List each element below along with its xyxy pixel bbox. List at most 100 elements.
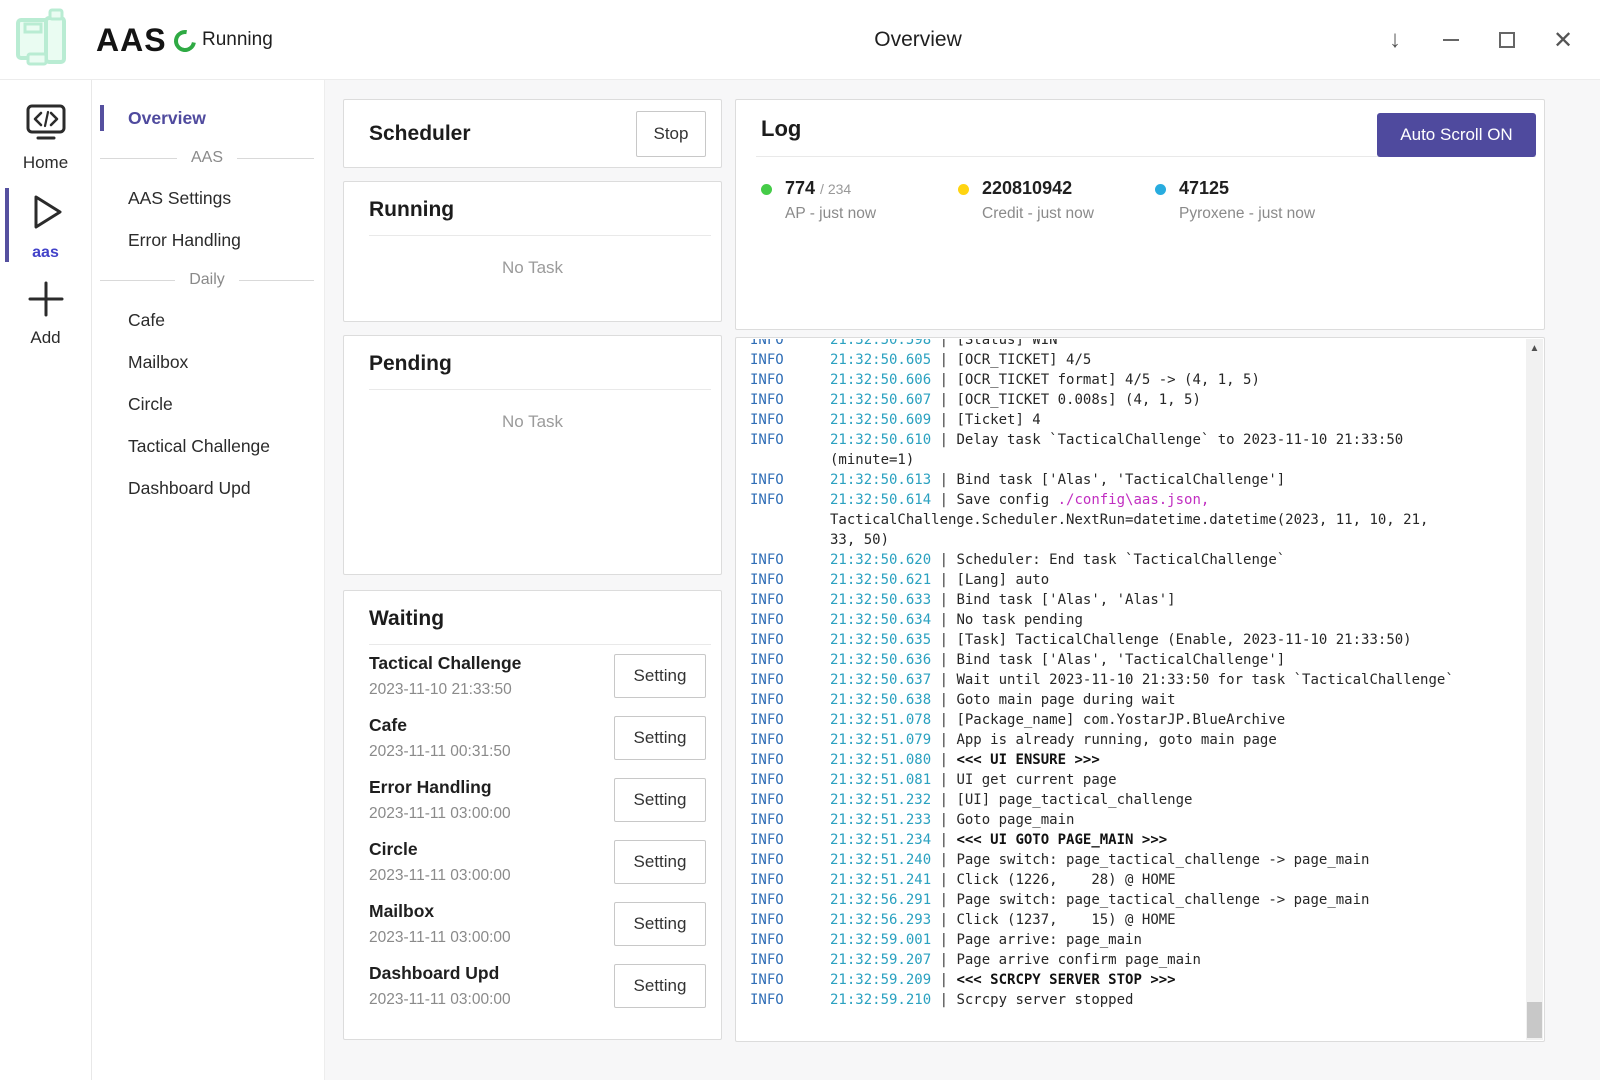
log-line: INFO21:32:50.613 | Bind task ['Alas', 'T… [750, 470, 1526, 490]
log-timestamp: 21:32:51.240 [830, 850, 931, 870]
titlebar: AAS Running Overview ↓ ✕ [0, 0, 1600, 80]
log-level: INFO [750, 910, 830, 930]
log-message: Page arrive confirm page_main [956, 950, 1200, 970]
log-line: INFO21:32:59.207 | Page arrive confirm p… [750, 950, 1526, 970]
log-level [750, 510, 830, 530]
log-message: Click (1237, 15) @ HOME [956, 910, 1175, 930]
log-separator: | [931, 930, 956, 950]
sidebar-nav-item[interactable]: Cafe [92, 299, 324, 341]
setting-button[interactable]: Setting [614, 778, 706, 822]
waiting-task-name: Mailbox [369, 901, 511, 922]
log-output-viewport[interactable]: INFO21:32:50.598 | [Status] WIN INFO21:3… [737, 339, 1526, 1040]
scrollbar-up-arrow-icon[interactable]: ▲ [1526, 343, 1543, 354]
log-level: INFO [750, 590, 830, 610]
play-icon [24, 189, 68, 240]
log-line: INFO21:32:50.620 | Scheduler: End task `… [750, 550, 1526, 570]
rail-item-add[interactable]: Add [0, 274, 91, 352]
scheduler-title: Scheduler [369, 122, 471, 146]
log-message: [Status] WIN [956, 339, 1057, 350]
log-line: INFO21:32:56.293 | Click (1237, 15) @ HO… [750, 910, 1526, 930]
divider [369, 389, 711, 390]
minimize-icon[interactable] [1436, 25, 1466, 55]
log-timestamp: 21:32:50.605 [830, 350, 931, 370]
log-level: INFO [750, 870, 830, 890]
sidebar-nav-item-label: Overview [128, 108, 206, 128]
log-separator: | [931, 950, 956, 970]
log-level: INFO [750, 830, 830, 850]
log-line: (minute=1) [750, 450, 1526, 470]
update-download-icon[interactable]: ↓ [1380, 25, 1410, 55]
log-level: INFO [750, 410, 830, 430]
log-timestamp: 21:32:56.291 [830, 890, 931, 910]
log-timestamp: 21:32:51.081 [830, 770, 931, 790]
rail-item-label: Add [30, 328, 60, 348]
sidebar-nav-item[interactable]: Error Handling [92, 219, 324, 261]
log-timestamp: 21:32:50.610 [830, 430, 931, 450]
pending-card: Pending No Task [343, 335, 722, 575]
maximize-icon[interactable] [1492, 25, 1522, 55]
setting-button[interactable]: Setting [614, 840, 706, 884]
log-timestamp: 21:32:56.293 [830, 910, 931, 930]
log-timestamp: 21:32:50.635 [830, 630, 931, 650]
sidebar-nav-item[interactable]: Tactical Challenge [92, 425, 324, 467]
setting-button[interactable]: Setting [614, 716, 706, 760]
log-level: INFO [750, 490, 830, 510]
log-timestamp: 21:32:51.080 [830, 750, 931, 770]
sidebar-nav-item[interactable]: Overview [92, 97, 324, 139]
waiting-task-row: Dashboard Upd 2023-11-11 03:00:00 Settin… [344, 955, 721, 1017]
log-line: INFO21:32:51.240 | Page switch: page_tac… [750, 850, 1526, 870]
sidebar-nav-item[interactable]: Circle [92, 383, 324, 425]
rail-item-aas[interactable]: aas [0, 186, 91, 264]
log-line: INFO21:32:50.637 | Wait until 2023-11-10… [750, 670, 1526, 690]
scheduler-status-text: Running [202, 29, 273, 51]
log-line: INFO21:32:50.598 | [Status] WIN [750, 339, 1526, 350]
log-card: Log Auto Scroll ON 774/ 234 AP - just no… [735, 99, 1545, 330]
log-separator: | [931, 339, 956, 350]
setting-button[interactable]: Setting [614, 902, 706, 946]
log-message: Bind task ['Alas', 'Alas'] [956, 590, 1175, 610]
log-level: INFO [750, 610, 830, 630]
log-message: [OCR_TICKET format] 4/5 -> (4, 1, 5) [956, 370, 1259, 390]
log-message: [Lang] auto [956, 570, 1049, 590]
close-icon[interactable]: ✕ [1548, 25, 1578, 55]
waiting-task-row: Circle 2023-11-11 03:00:00 Setting [344, 831, 721, 893]
log-level: INFO [750, 339, 830, 350]
scrollbar-thumb[interactable] [1527, 1002, 1542, 1038]
waiting-task-next-run: 2023-11-10 21:33:50 [369, 681, 521, 699]
rail-item-home[interactable]: Home [0, 98, 91, 176]
log-separator: | [931, 770, 956, 790]
log-separator: | [931, 430, 956, 450]
resource-stat: 220810942 Credit - just now [958, 178, 1155, 223]
log-timestamp: 21:32:50.637 [830, 670, 931, 690]
log-line: INFO21:32:50.610 | Delay task `TacticalC… [750, 430, 1526, 450]
log-message: Page switch: page_tactical_challenge -> … [956, 890, 1369, 910]
log-line: INFO21:32:50.638 | Goto main page during… [750, 690, 1526, 710]
sidebar-nav-item[interactable]: AAS [92, 139, 324, 177]
log-path-highlight: ./config\aas.json, [1058, 490, 1210, 510]
stop-button[interactable]: Stop [636, 111, 706, 157]
app-logo-icon [8, 6, 74, 72]
log-separator: | [931, 790, 956, 810]
log-level: INFO [750, 650, 830, 670]
sidebar-nav-item[interactable]: Mailbox [92, 341, 324, 383]
log-line: INFO21:32:50.636 | Bind task ['Alas', 'T… [750, 650, 1526, 670]
sidebar-nav-item[interactable]: Daily [92, 261, 324, 299]
log-level: INFO [750, 390, 830, 410]
log-scrollbar[interactable]: ▲ [1526, 339, 1543, 1040]
sidebar-nav-item[interactable]: Dashboard Upd [92, 467, 324, 509]
sidebar-nav-item[interactable]: AAS Settings [92, 177, 324, 219]
log-message: Goto page_main [956, 810, 1074, 830]
log-output-card: INFO21:32:50.598 | [Status] WIN INFO21:3… [735, 337, 1545, 1042]
log-level: INFO [750, 710, 830, 730]
waiting-task-info: Circle 2023-11-11 03:00:00 [369, 839, 511, 885]
home-code-monitor-icon [24, 102, 68, 149]
log-message: Scheduler: End task `TacticalChallenge` [956, 550, 1285, 570]
log-level: INFO [750, 350, 830, 370]
log-level [750, 450, 830, 470]
running-title: Running [344, 198, 721, 222]
log-separator: | [931, 370, 956, 390]
setting-button[interactable]: Setting [614, 964, 706, 1008]
auto-scroll-button[interactable]: Auto Scroll ON [1377, 113, 1536, 157]
log-separator: | [931, 710, 956, 730]
setting-button[interactable]: Setting [614, 654, 706, 698]
